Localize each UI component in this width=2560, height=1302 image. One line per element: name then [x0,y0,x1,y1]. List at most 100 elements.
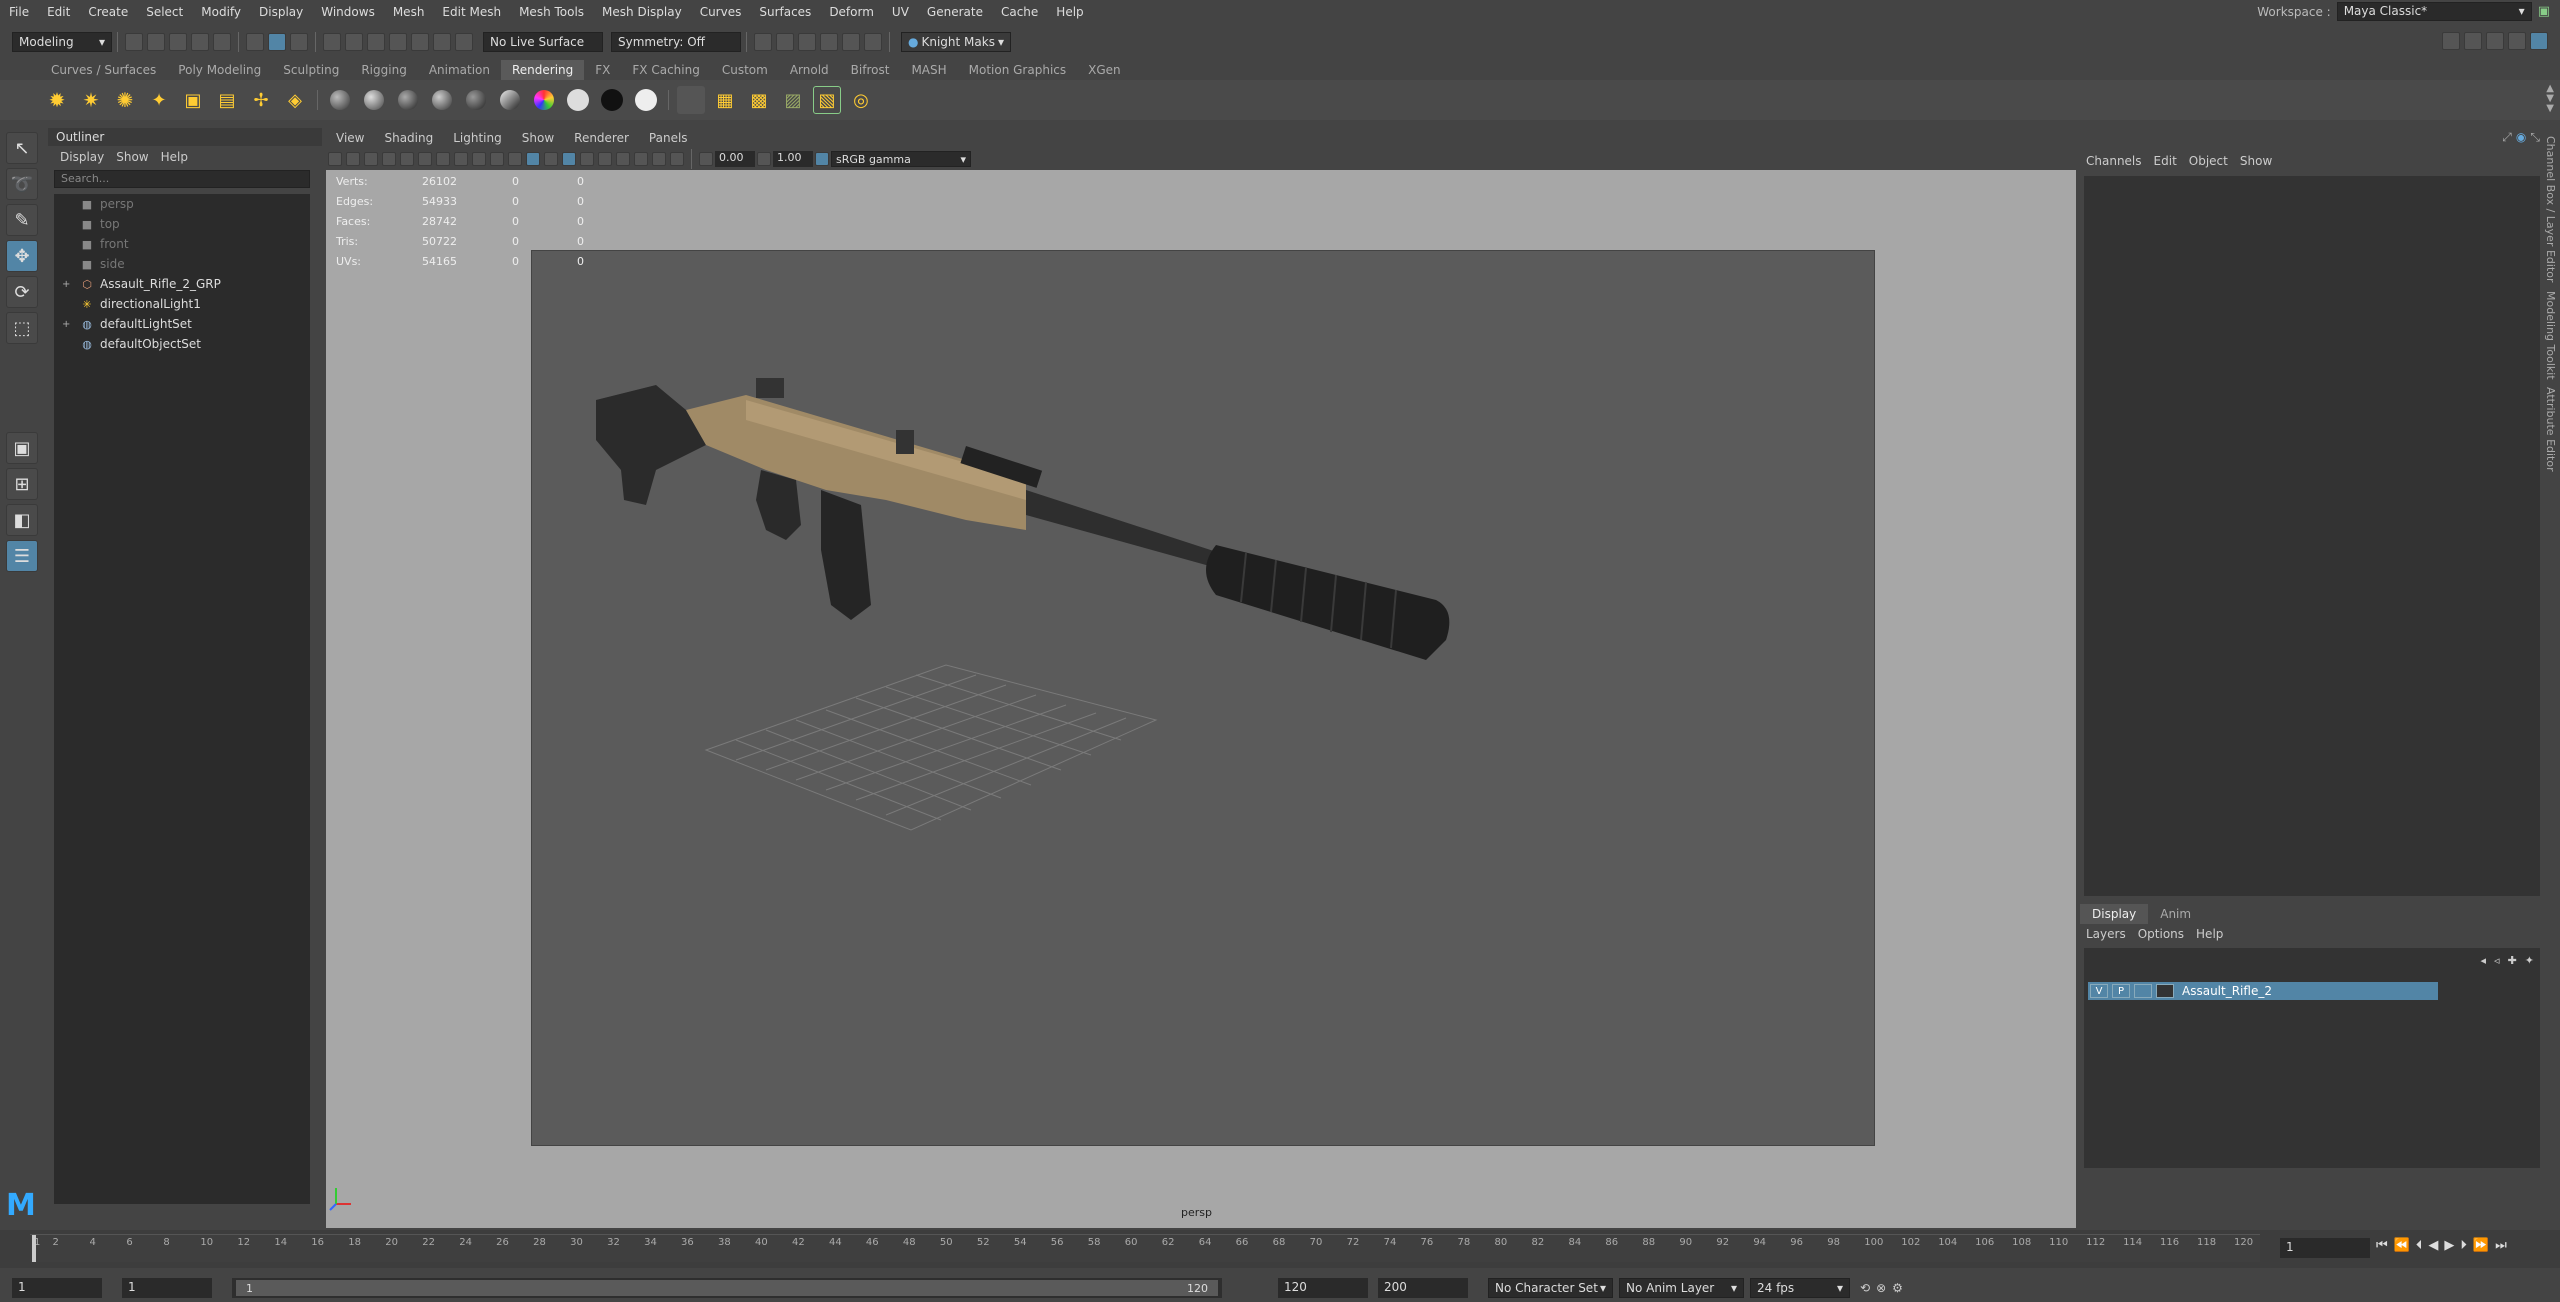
render-sequence-icon[interactable] [776,33,794,51]
range-slider-track[interactable]: 1 120 [232,1278,1222,1298]
go-to-start-icon[interactable]: ⏮ [2376,1238,2388,1253]
step-forward-key-icon[interactable]: ⏵ [2460,1238,2467,1253]
loop-icon[interactable]: ⟲ [1860,1281,1870,1295]
menu-item-uv[interactable]: UV [883,0,918,24]
viewport-menu-panels[interactable]: Panels [639,128,698,148]
outliner-search-input[interactable]: Search... [54,170,310,188]
undo-icon[interactable] [191,33,209,51]
range-slider-handle[interactable]: 1 120 [236,1280,1218,1296]
viewport-menu-lighting[interactable]: Lighting [443,128,512,148]
ipr-render-icon[interactable] [798,33,816,51]
lock-icon[interactable]: ▣ [2538,4,2550,19]
outliner-item[interactable]: + ⬡ Assault_Rifle_2_GRP [54,274,310,294]
current-time-marker[interactable] [32,1235,36,1262]
scale-tool-icon[interactable]: ⬚ [6,312,38,344]
animation-end-field[interactable]: 200 [1378,1278,1468,1298]
time-slider-track[interactable]: 1 2 4 6 8 10 12 14 16 18 20 22 24 26 28 30 32 34 36 38 40 42 4… [30,1234,2260,1262]
shadows-icon[interactable] [598,152,612,166]
channel-box-toggle-icon[interactable] [2464,32,2482,50]
snap-curve-icon[interactable] [345,33,363,51]
paint-select-tool-icon[interactable]: ✎ [6,204,38,236]
shelf-scroll-icon[interactable]: ▲ ▼ ▼ [2546,84,2554,114]
shelf-tab-rigging[interactable]: Rigging [350,60,417,80]
layer-tab-anim[interactable]: Anim [2148,904,2203,924]
shelf-tab-poly-modeling[interactable]: Poly Modeling [167,60,272,80]
auto-key-icon[interactable]: ⊗ [1876,1281,1886,1295]
point-light-icon[interactable]: ✺ [111,86,139,114]
grid-toggle-icon[interactable] [400,152,414,166]
outliner-item[interactable]: ■ side [54,254,310,274]
viewport-menu-show[interactable]: Show [512,128,564,148]
xray-icon[interactable] [652,152,666,166]
play-forward-icon[interactable]: ▶ [2444,1238,2454,1253]
persp-outliner-layout-icon[interactable]: ◧ [6,504,38,536]
mode-dropdown[interactable]: Modeling ▾ [12,32,112,52]
snap-view-icon[interactable] [389,33,407,51]
layer-color-swatch[interactable] [2156,984,2174,998]
layer-display-type-toggle[interactable] [2134,984,2152,998]
color-space-dropdown[interactable]: sRGB gamma ▾ [831,151,971,167]
expand-icon[interactable]: + [62,319,74,330]
lambert-material-icon[interactable] [326,86,354,114]
anim-prefs-icon[interactable]: ⚙ [1892,1281,1903,1295]
lasso-tool-icon[interactable]: ➰ [6,168,38,200]
rifle-model[interactable] [326,170,2076,1228]
panel-toggle-icon[interactable] [2530,32,2548,50]
shelf-tab-motion-graphics[interactable]: Motion Graphics [958,60,1078,80]
channel-box-menu-object[interactable]: Object [2183,154,2234,168]
character-set-dropdown[interactable]: No Character Set ▾ [1488,1278,1613,1298]
snap-vertex-icon[interactable] [455,33,473,51]
pin-icon[interactable]: ◉ [2516,130,2526,145]
four-view-layout-icon[interactable]: ⊞ [6,468,38,500]
render-view-icon[interactable] [677,86,705,114]
shelf-tab-xgen[interactable]: XGen [1077,60,1132,80]
shelf-tab-bifrost[interactable]: Bifrost [840,60,901,80]
menu-item-generate[interactable]: Generate [918,0,992,24]
select-component-icon[interactable] [290,33,308,51]
shelf-tab-mash[interactable]: MASH [900,60,957,80]
step-back-key-icon[interactable]: ⏴ [2416,1238,2423,1253]
select-object-icon[interactable] [268,33,286,51]
select-camera-icon[interactable] [328,152,342,166]
fps-dropdown[interactable]: 24 fps ▾ [1750,1278,1850,1298]
wireframe-on-shaded-icon[interactable] [544,152,558,166]
shelf-tab-rendering[interactable]: Rendering [501,60,585,80]
ipr-icon[interactable]: ▩ [745,86,773,114]
step-forward-frame-icon[interactable]: ⏩ [2473,1238,2489,1253]
shelf-tab-custom[interactable]: Custom [711,60,779,80]
shelf-tab-sculpting[interactable]: Sculpting [272,60,350,80]
directional-light-icon[interactable]: ✷ [77,86,105,114]
outliner-menu-help[interactable]: Help [155,150,194,164]
select-hierarchy-icon[interactable] [246,33,264,51]
rotate-tool-icon[interactable]: ⟳ [6,276,38,308]
side-tab-modeling-toolkit[interactable]: Modeling Toolkit [2544,291,2557,380]
volume-light-icon[interactable]: ▤ [213,86,241,114]
channel-box-menu-edit[interactable]: Edit [2148,154,2183,168]
render-settings-shelf-icon[interactable]: ▧ [813,86,841,114]
outliner-item[interactable]: ■ front [54,234,310,254]
camera-aim-icon[interactable]: ◈ [281,86,309,114]
menu-item-select[interactable]: Select [137,0,192,24]
workspace-dropdown[interactable]: Maya Classic* ▾ [2336,2,2532,21]
playback-start-field[interactable]: 1 [122,1278,212,1298]
save-scene-icon[interactable] [169,33,187,51]
color-management-icon[interactable] [815,152,829,166]
layer-menu-layers[interactable]: Layers [2080,927,2132,941]
gamma-field[interactable]: 1.00 [773,151,813,167]
expand-icon[interactable]: ⤢ [2502,130,2512,145]
move-layer-up-icon[interactable]: ◂ [2481,954,2487,967]
render-current-icon[interactable]: ▦ [711,86,739,114]
float-icon[interactable]: ⤡ [2530,130,2540,145]
menu-item-file[interactable]: File [0,0,38,24]
blinn-material-icon[interactable] [360,86,388,114]
menu-item-deform[interactable]: Deform [820,0,883,24]
menu-item-surfaces[interactable]: Surfaces [750,0,820,24]
layer-menu-help[interactable]: Help [2190,927,2229,941]
move-layer-down-icon[interactable]: ◃ [2494,954,2500,967]
isolate-select-icon[interactable] [670,152,684,166]
side-tab-attribute-editor[interactable]: Attribute Editor [2544,387,2557,472]
layer-row[interactable]: V P Assault_Rifle_2 [2088,982,2438,1000]
viewport-menu-renderer[interactable]: Renderer [564,128,639,148]
textured-icon[interactable] [562,152,576,166]
attribute-editor-toggle-icon[interactable] [2486,32,2504,50]
